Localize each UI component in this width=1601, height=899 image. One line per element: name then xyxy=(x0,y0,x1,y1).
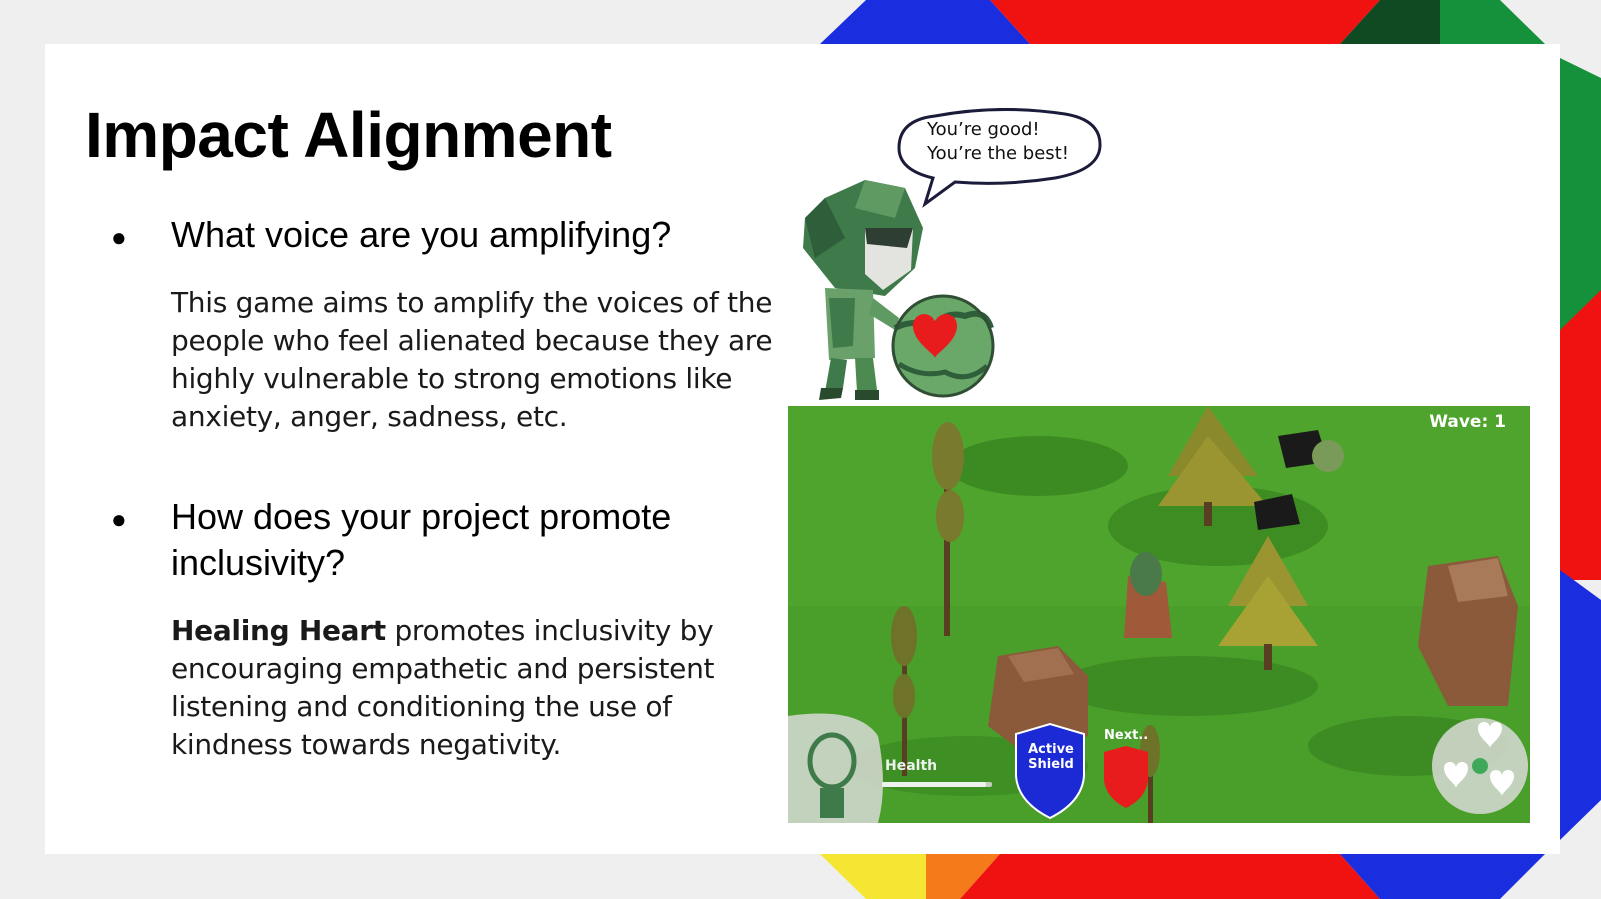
next-label: Next.. xyxy=(1104,728,1149,743)
answer-inclusivity: Healing Heart promotes inclusivity by en… xyxy=(171,612,771,764)
active-shield-line-1: Active xyxy=(1028,742,1074,757)
health-label: Health xyxy=(885,758,938,774)
bubble-line-2: You’re the best! xyxy=(927,143,1069,164)
game-screenshot: Wave: 1 Health Active Shield Next.. xyxy=(788,406,1530,823)
bubble-line-1: You’re good! xyxy=(927,119,1040,140)
speech-bubble-text: You’re good! You’re the best! xyxy=(927,118,1069,166)
bullet-dot: ● xyxy=(111,504,127,534)
question-inclusivity: How does your project promote inclusivit… xyxy=(171,496,672,583)
active-shield-label: Active Shield xyxy=(1026,742,1076,772)
wave-counter: Wave: 1 xyxy=(1429,412,1506,432)
question-voice: What voice are you amplifying? xyxy=(171,214,672,255)
character-illustration xyxy=(803,180,995,400)
bullet-dot: ● xyxy=(111,222,127,252)
slide-title: Impact Alignment xyxy=(85,99,612,171)
active-shield-line-2: Shield xyxy=(1028,757,1074,772)
answer-voice: This game aims to amplify the voices of … xyxy=(171,286,773,433)
game-name: Healing Heart xyxy=(171,614,386,647)
